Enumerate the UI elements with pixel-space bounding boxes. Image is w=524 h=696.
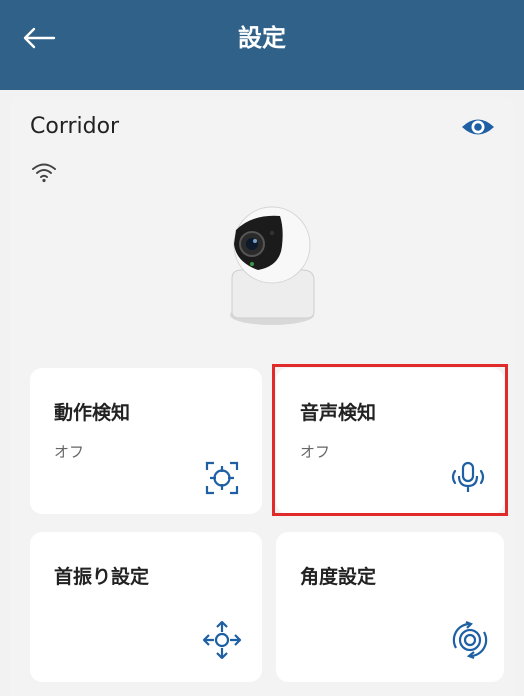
angle-settings-card[interactable]: 角度設定 bbox=[276, 532, 504, 682]
card-title: 音声検知 bbox=[300, 402, 377, 424]
card-title: 角度設定 bbox=[300, 566, 377, 588]
page-title: 設定 bbox=[238, 24, 286, 52]
rotate-icon bbox=[452, 620, 488, 660]
crosshair-icon bbox=[205, 461, 239, 495]
camera-image bbox=[230, 206, 315, 325]
card-status: オフ bbox=[300, 443, 331, 461]
device-name: Corridor bbox=[30, 114, 120, 139]
card-title: 首振り設定 bbox=[54, 566, 150, 588]
pan-settings-card[interactable]: 首振り設定 bbox=[30, 532, 262, 682]
wifi-icon bbox=[32, 163, 56, 183]
card-title: 動作検知 bbox=[54, 402, 131, 424]
eye-button[interactable] bbox=[460, 112, 496, 142]
pan-arrows-icon bbox=[202, 620, 242, 660]
eye-icon bbox=[462, 119, 494, 135]
sound-detection-card[interactable]: 音声検知 オフ bbox=[276, 368, 504, 514]
motion-detection-card[interactable]: 動作検知 オフ bbox=[30, 368, 262, 514]
card-status: オフ bbox=[54, 443, 85, 461]
microphone-icon bbox=[451, 461, 485, 492]
header-bar: 設定 bbox=[0, 0, 524, 90]
